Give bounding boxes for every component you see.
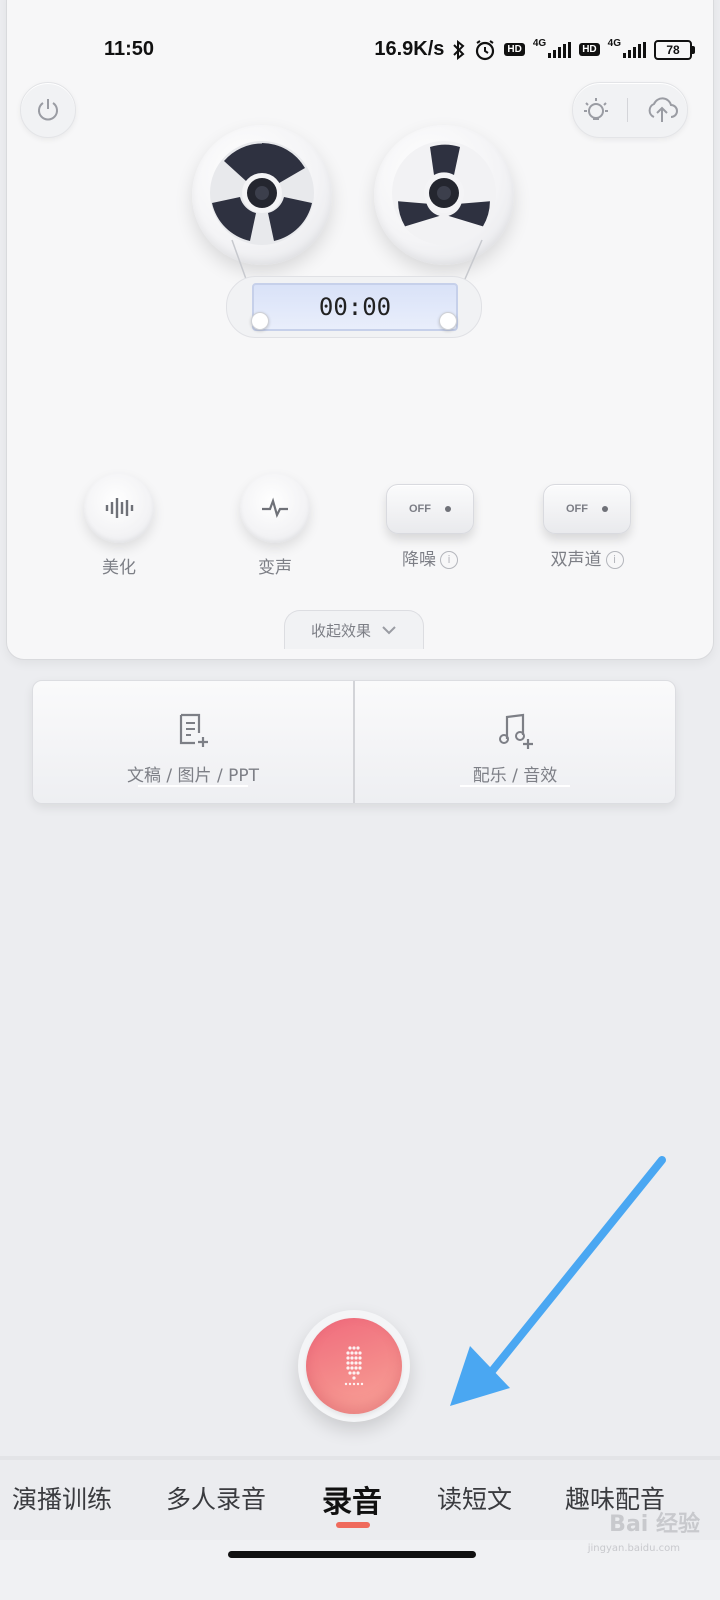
info-icon[interactable]: i <box>440 551 458 569</box>
cloud-upload-icon[interactable] <box>645 95 679 125</box>
power-icon <box>38 99 58 121</box>
power-button[interactable] <box>20 82 76 138</box>
toggle-dot <box>602 506 608 512</box>
collapse-effects-button[interactable]: 收起效果 <box>284 610 424 649</box>
dual-channel-toggle[interactable]: OFF <box>543 484 631 534</box>
bluetooth-icon <box>453 39 465 60</box>
tab-multi-person-recording[interactable]: 多人录音 <box>166 1480 266 1516</box>
tape-guide-right <box>439 312 457 330</box>
voice-change-button[interactable] <box>240 473 310 543</box>
info-icon[interactable]: i <box>605 551 624 569</box>
tools-panel: 文稿 / 图片 / PPT 配乐 / 音效 <box>32 680 676 804</box>
network-speed: 16.9K/s <box>374 38 445 60</box>
effect-dual-channel[interactable]: OFF 双声道 i <box>527 473 647 570</box>
watermark-url: jingyan.baidu.com <box>587 1543 680 1554</box>
tab-read-short-text[interactable]: 读短文 <box>437 1480 512 1516</box>
beautify-button[interactable] <box>84 473 154 543</box>
collapse-label: 收起效果 <box>310 621 371 640</box>
music-add-icon <box>499 713 533 749</box>
tab-record[interactable]: 录音 <box>322 1477 382 1521</box>
waveform-icon <box>105 498 134 518</box>
document-add-icon <box>179 713 208 747</box>
net-type-1: 4G <box>532 38 547 49</box>
chevron-down-icon <box>382 626 396 635</box>
active-tab-indicator <box>336 1522 370 1528</box>
toggle-state: OFF <box>409 503 431 515</box>
effect-label: 双声道 <box>550 550 602 570</box>
tape-guide-left <box>251 312 269 330</box>
effect-beautify[interactable]: 美化 <box>59 473 179 578</box>
effect-label-row: 降噪 i <box>370 545 490 570</box>
battery-icon: 78 <box>654 39 695 60</box>
divider <box>627 98 629 122</box>
timer-display: 00:00 <box>252 283 458 331</box>
hd-badge-2: HD <box>579 43 600 56</box>
add-document-button[interactable]: 文稿 / 图片 / PPT <box>33 681 353 803</box>
hd-badge-1: HD <box>504 43 525 56</box>
effect-voice-change[interactable]: 变声 <box>215 473 335 578</box>
status-bar: 11:50 16.9K/s HD 4G HD 4G 78 <box>0 30 720 70</box>
status-time: 11:50 <box>104 38 155 60</box>
tool-underline <box>460 785 570 787</box>
alarm-icon <box>476 39 495 60</box>
add-music-button[interactable]: 配乐 / 音效 <box>353 681 675 803</box>
watermark: Bai 经验 <box>609 1512 700 1537</box>
toggle-dot <box>445 506 451 512</box>
microphone-icon <box>344 1346 364 1386</box>
signal-icon-1 <box>548 41 572 58</box>
effect-label: 变声 <box>258 558 292 578</box>
tool-label: 文稿 / 图片 / PPT <box>127 766 259 786</box>
tool-label: 配乐 / 音效 <box>472 766 558 786</box>
effect-label: 降噪 <box>402 550 436 570</box>
record-button[interactable] <box>306 1318 402 1414</box>
noise-reduction-toggle[interactable]: OFF <box>386 484 474 534</box>
effect-noise-reduction[interactable]: OFF 降噪 i <box>370 473 490 570</box>
annotation-arrow <box>450 1156 666 1406</box>
pulse-icon <box>262 497 288 519</box>
lightbulb-icon[interactable] <box>581 95 611 125</box>
tab-broadcast-training[interactable]: 演播训练 <box>12 1480 112 1516</box>
effect-label-row: 双声道 i <box>527 545 647 570</box>
status-icons: 16.9K/s HD 4G HD 4G 78 <box>374 38 695 61</box>
net-type-2: 4G <box>607 38 621 49</box>
top-right-controls <box>572 82 688 138</box>
signal-icon-2 <box>623 41 646 58</box>
home-indicator[interactable] <box>228 1551 476 1558</box>
tool-underline <box>138 785 248 787</box>
toggle-state: OFF <box>566 503 588 515</box>
effect-label: 美化 <box>102 558 136 578</box>
